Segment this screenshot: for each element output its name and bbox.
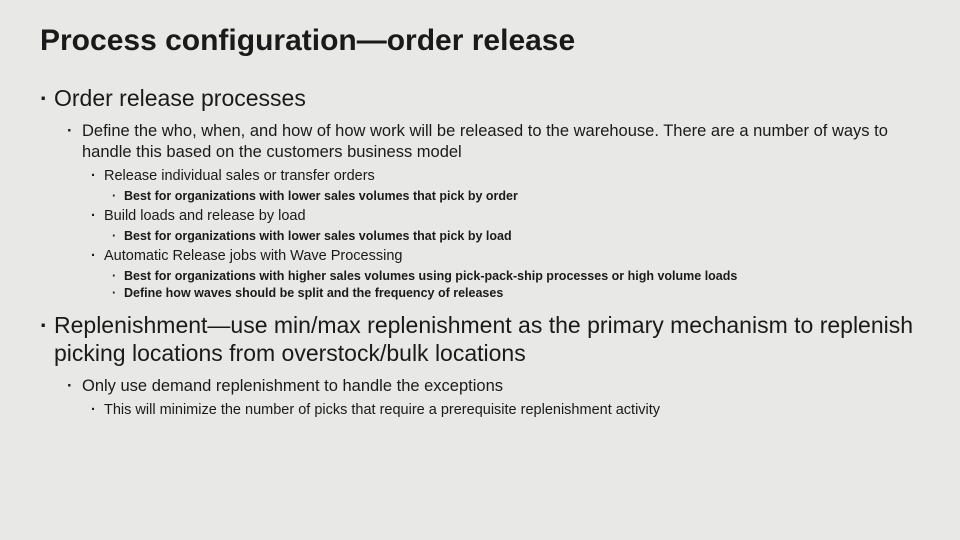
bullet-text: Build loads and release by load (104, 208, 306, 224)
bullet-text: Define how waves should be split and the… (124, 286, 503, 300)
list-item: Best for organizations with higher sales… (124, 268, 920, 286)
bullet-text: Only use demand replenishment to handle … (82, 377, 503, 395)
list-item: Order release processes Define the who, … (54, 84, 920, 303)
bullet-text: Automatic Release jobs with Wave Process… (104, 248, 402, 264)
bullet-list: Order release processes Define the who, … (40, 84, 920, 421)
list-item: Best for organizations with lower sales … (124, 188, 920, 206)
bullet-text: Replenishment—use min/max replenishment … (54, 312, 913, 367)
list-item: Only use demand replenishment to handle … (82, 376, 920, 421)
bullet-text: Define the who, when, and how of how wor… (82, 122, 888, 161)
list-item: Automatic Release jobs with Wave Process… (104, 247, 920, 303)
bullet-text: Release individual sales or transfer ord… (104, 168, 375, 184)
list-item: Define the who, when, and how of how wor… (82, 121, 920, 303)
bullet-text: Best for organizations with higher sales… (124, 269, 737, 283)
list-item: Release individual sales or transfer ord… (104, 167, 920, 205)
list-item: This will minimize the number of picks t… (104, 401, 920, 421)
list-item: Best for organizations with lower sales … (124, 228, 920, 246)
list-item: Replenishment—use min/max replenishment … (54, 311, 920, 421)
slide-title: Process configuration—order release (40, 24, 920, 58)
bullet-text: This will minimize the number of picks t… (104, 402, 660, 418)
bullet-text: Best for organizations with lower sales … (124, 229, 512, 243)
bullet-text: Best for organizations with lower sales … (124, 189, 518, 203)
bullet-text: Order release processes (54, 85, 306, 111)
list-item: Build loads and release by load Best for… (104, 207, 920, 245)
list-item: Define how waves should be split and the… (124, 285, 920, 303)
